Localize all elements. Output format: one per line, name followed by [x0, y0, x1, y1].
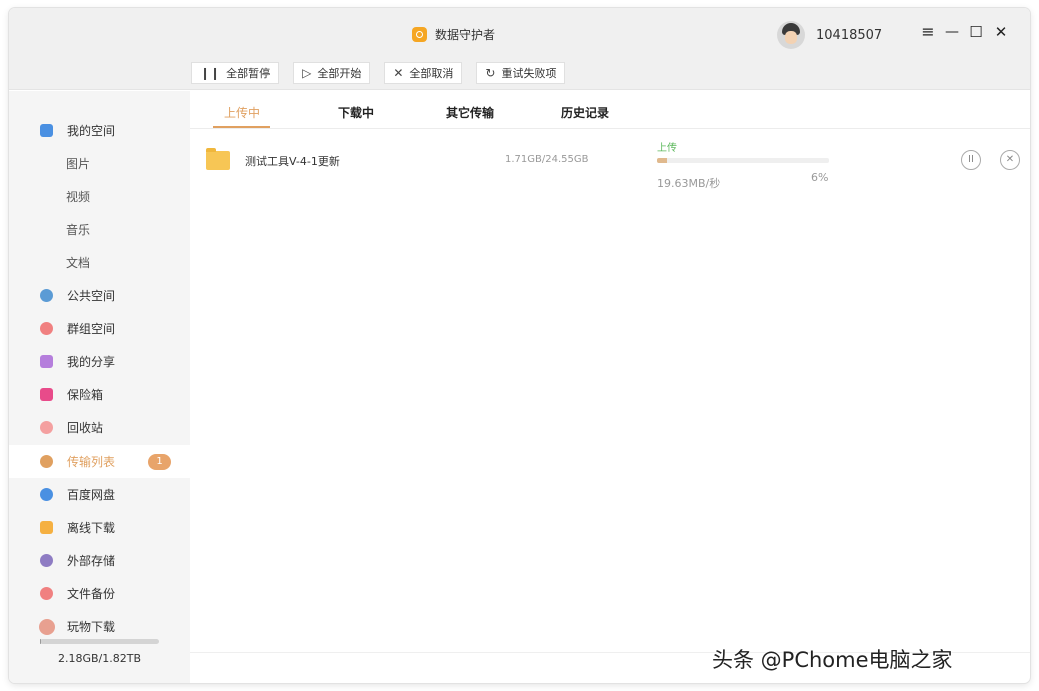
sidebar-item-label: 百度网盘 — [67, 488, 116, 502]
toolbar: ❙❙ 全部暂停 ▷ 全部开始 ✕ 全部取消 ↻ 重试失败项 — [191, 62, 566, 84]
start-all-button[interactable]: ▷ 全部开始 — [293, 62, 371, 84]
pause-all-label: 全部暂停 — [226, 67, 271, 80]
sidebar-item-label: 文件备份 — [67, 587, 116, 601]
offline-download-icon — [40, 521, 53, 534]
sidebar-item-label: 图片 — [66, 157, 91, 171]
transfer-speed: 19.63MB/秒 — [657, 177, 721, 190]
sidebar-item-label: 音乐 — [66, 223, 91, 237]
tab-downloading[interactable]: 下载中 — [338, 104, 374, 121]
maximize-icon[interactable]: ☐ — [966, 22, 986, 42]
retry-failed-button[interactable]: ↻ 重试失败项 — [476, 62, 566, 84]
external-storage-icon — [40, 554, 53, 567]
sidebar-item-label: 公共空间 — [67, 289, 116, 303]
app-logo-icon — [412, 26, 427, 42]
wanwu-download-icon — [39, 618, 55, 635]
start-all-label: 全部开始 — [317, 67, 362, 80]
transfer-percent: 6% — [811, 171, 829, 184]
transfer-progress-fill — [657, 158, 668, 163]
sidebar-item-label: 群组空间 — [67, 322, 116, 336]
storage-usage-text: 2.18GB/1.82TB — [57, 652, 142, 665]
sidebar-item-label: 外部存储 — [67, 554, 116, 568]
sidebar: 我的空间 图片 视频 音乐 文档 公共空间 群组空间 我的分享 保险箱 回收站 … — [9, 91, 190, 683]
pause-transfer-icon[interactable]: II — [961, 150, 981, 170]
safe-icon — [40, 388, 53, 401]
app-window: 数据守护者 10418507 ≡ — ☐ ✕ ❙❙ 全部暂停 ▷ 全部开始 ✕ … — [9, 8, 1030, 683]
user-id: 10418507 — [816, 27, 883, 43]
transfer-row[interactable]: 测试工具V-4-1更新 1.71GB/24.55GB 上传 19.63MB/秒 … — [190, 129, 1030, 195]
close-icon[interactable]: ✕ — [991, 22, 1011, 42]
group-icon — [40, 322, 53, 335]
sidebar-item-label: 保险箱 — [67, 388, 104, 402]
cancel-transfer-icon[interactable]: ✕ — [1000, 150, 1020, 170]
app-title: 数据守护者 — [412, 24, 495, 44]
transfer-count-badge: 1 — [148, 454, 171, 470]
backup-icon — [40, 587, 53, 600]
sidebar-item-music[interactable]: 音乐 — [9, 213, 190, 246]
storage-usage-bar — [40, 639, 159, 644]
my-space-icon — [40, 124, 53, 137]
sidebar-item-pictures[interactable]: 图片 — [9, 147, 190, 180]
cancel-icon: ✕ — [393, 66, 404, 80]
tab-history[interactable]: 历史记录 — [561, 104, 609, 121]
transfer-status: 上传 — [657, 143, 677, 154]
sidebar-item-offline-download[interactable]: 离线下载 — [9, 511, 190, 544]
sidebar-item-public-space[interactable]: 公共空间 — [9, 279, 190, 312]
sidebar-item-videos[interactable]: 视频 — [9, 180, 190, 213]
transfer-tabs: 上传中 下载中 其它传输 历史记录 — [190, 91, 1030, 129]
folder-icon — [206, 148, 230, 170]
minimize-icon[interactable]: — — [942, 22, 962, 42]
sidebar-item-label: 回收站 — [67, 421, 104, 435]
sidebar-item-my-space[interactable]: 我的空间 — [9, 114, 190, 147]
sidebar-item-file-backup[interactable]: 文件备份 — [9, 577, 190, 610]
sidebar-item-safe[interactable]: 保险箱 — [9, 378, 190, 411]
sidebar-item-external-storage[interactable]: 外部存储 — [9, 544, 190, 577]
sidebar-item-group-space[interactable]: 群组空间 — [9, 312, 190, 345]
menu-icon[interactable]: ≡ — [918, 22, 938, 42]
transfer-file-name: 测试工具V-4-1更新 — [245, 155, 340, 168]
tab-uploading[interactable]: 上传中 — [224, 104, 260, 121]
sidebar-item-documents[interactable]: 文档 — [9, 246, 190, 279]
sidebar-item-label: 视频 — [66, 190, 91, 204]
retry-icon: ↻ — [485, 66, 496, 80]
trash-icon — [40, 421, 53, 434]
play-icon: ▷ — [302, 66, 312, 80]
sidebar-item-label: 文档 — [66, 256, 91, 270]
baidu-cloud-icon — [40, 488, 53, 501]
transfer-progress-bar — [657, 158, 829, 163]
sidebar-item-label: 传输列表 — [67, 455, 116, 469]
sidebar-item-label: 离线下载 — [67, 521, 116, 535]
cancel-all-label: 全部取消 — [409, 67, 454, 80]
paper-plane-icon — [40, 289, 53, 302]
watermark: 头条 @PChome电脑之家 — [712, 648, 953, 672]
retry-failed-label: 重试失败项 — [501, 67, 557, 80]
active-tab-underline — [213, 126, 270, 128]
tab-other-transfers[interactable]: 其它传输 — [446, 104, 494, 121]
sidebar-item-recycle-bin[interactable]: 回收站 — [9, 411, 190, 444]
sidebar-item-label: 我的分享 — [67, 355, 116, 369]
title-bar: 数据守护者 10418507 ≡ — ☐ ✕ ❙❙ 全部暂停 ▷ 全部开始 ✕ … — [9, 8, 1030, 90]
transfer-icon — [40, 455, 53, 468]
transfer-file-size: 1.71GB/24.55GB — [505, 154, 589, 165]
share-icon — [40, 355, 53, 368]
app-title-text: 数据守护者 — [435, 27, 496, 42]
pause-icon: ❙❙ — [200, 66, 221, 80]
sidebar-item-baidu-pan[interactable]: 百度网盘 — [9, 478, 190, 511]
storage-usage-fill — [40, 639, 42, 644]
sidebar-item-label: 我的空间 — [67, 124, 116, 138]
sidebar-item-my-share[interactable]: 我的分享 — [9, 345, 190, 378]
sidebar-item-label: 玩物下载 — [67, 620, 116, 634]
sidebar-item-transfer-list[interactable]: 传输列表 1 — [9, 445, 190, 478]
cancel-all-button[interactable]: ✕ 全部取消 — [384, 62, 463, 84]
pause-all-button[interactable]: ❙❙ 全部暂停 — [191, 62, 280, 84]
user-info[interactable]: 10418507 — [777, 21, 882, 49]
avatar[interactable] — [777, 21, 805, 49]
